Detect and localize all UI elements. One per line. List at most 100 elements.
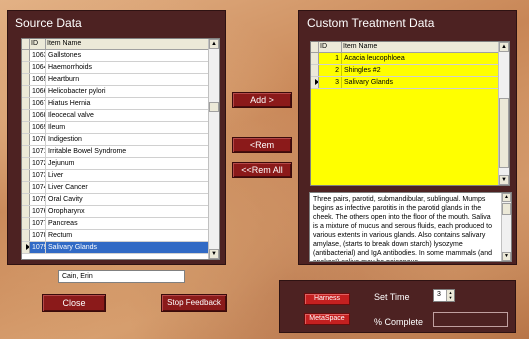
custom-treatment-panel: Custom Treatment Data ID Item Name 1 Acac…	[298, 10, 517, 265]
source-data-grid[interactable]: ID Item Name 1063Gallstones1064Haemorrho…	[21, 38, 220, 260]
table-row[interactable]: 1078Rectum	[22, 230, 219, 242]
cell-item-name: Liver Cancer	[46, 182, 210, 193]
cell-item-name: Oropharynx	[46, 206, 210, 217]
cell-id: 3	[319, 77, 342, 88]
cell-item-name: Shingles #2	[342, 65, 499, 76]
row-selector[interactable]	[22, 158, 30, 169]
cell-id: 1	[319, 53, 342, 64]
scroll-thumb[interactable]	[209, 102, 219, 112]
row-selector[interactable]	[22, 74, 30, 85]
row-selector[interactable]	[22, 170, 30, 181]
row-selector[interactable]	[311, 65, 319, 76]
table-row[interactable]: 1074Liver Cancer	[22, 182, 219, 194]
cell-id: 1072	[30, 158, 46, 169]
source-scrollbar[interactable]: ▲ ▼	[208, 39, 219, 259]
table-row[interactable]: 2 Shingles #2	[311, 65, 509, 77]
cell-item-name: Indigestion	[46, 134, 210, 145]
cell-id: 1078	[30, 230, 46, 241]
row-selector[interactable]	[22, 50, 30, 61]
cell-item-name: Gallstones	[46, 50, 210, 61]
cell-id: 1076	[30, 206, 46, 217]
row-selector[interactable]	[22, 98, 30, 109]
scroll-thumb[interactable]	[502, 203, 511, 215]
row-selector[interactable]	[22, 86, 30, 97]
column-header-id[interactable]: ID	[319, 42, 342, 52]
set-time-value[interactable]: 3	[437, 291, 441, 298]
row-indicator-header	[22, 39, 30, 49]
remove-button[interactable]: <Rem	[232, 137, 292, 153]
row-selector[interactable]	[311, 53, 319, 64]
row-selector[interactable]	[22, 122, 30, 133]
table-row[interactable]: 1071Irritable Bowel Syndrome	[22, 146, 219, 158]
cell-id: 1069	[30, 122, 46, 133]
scroll-down-icon[interactable]: ▼	[209, 249, 219, 259]
spin-down-icon[interactable]: ▼	[446, 295, 454, 301]
custom-treatment-grid[interactable]: ID Item Name 1 Acacia leucophloea 2 Shingle…	[310, 41, 510, 186]
cell-id: 1074	[30, 182, 46, 193]
description-scrollbar[interactable]: ▲ ▼	[501, 193, 511, 261]
table-row[interactable]: 1072Jejunum	[22, 158, 219, 170]
scroll-down-icon[interactable]: ▼	[502, 252, 511, 261]
table-row[interactable]: 1065Heartburn	[22, 74, 219, 86]
cell-id: 1079	[30, 242, 46, 253]
row-selector[interactable]	[22, 194, 30, 205]
column-header-id[interactable]: ID	[30, 39, 46, 49]
table-row[interactable]: 1079Salivary Glands	[22, 242, 219, 254]
row-selector[interactable]	[22, 218, 30, 229]
client-name-field[interactable]: Cain, Erin	[58, 270, 185, 283]
scroll-up-icon[interactable]: ▲	[209, 39, 219, 49]
description-content: Three pairs, parotid, submandibular, sub…	[313, 196, 492, 261]
table-row[interactable]: 1075Oral Cavity	[22, 194, 219, 206]
table-row[interactable]: 1064Haemorrhoids	[22, 62, 219, 74]
table-row[interactable]: 1077Pancreas	[22, 218, 219, 230]
remove-all-button[interactable]: <<Rem All	[232, 162, 292, 178]
cell-item-name: Ileum	[46, 122, 210, 133]
table-row[interactable]: 1067Hiatus Hernia	[22, 98, 219, 110]
scroll-down-icon[interactable]: ▼	[499, 175, 509, 185]
cell-id: 1077	[30, 218, 46, 229]
harness-button[interactable]: Harness	[304, 293, 350, 305]
row-selector[interactable]	[22, 206, 30, 217]
row-selector[interactable]	[22, 110, 30, 121]
source-rows: 1063Gallstones1064Haemorrhoids1065Heartb…	[22, 50, 219, 254]
cell-item-name: Salivary Glands	[46, 242, 210, 253]
stop-feedback-button[interactable]: Stop Feedback	[161, 294, 227, 312]
add-button[interactable]: Add >	[232, 92, 292, 108]
scroll-thumb[interactable]	[499, 98, 509, 168]
table-row[interactable]: 1068Ileocecal valve	[22, 110, 219, 122]
cell-id: 1075	[30, 194, 46, 205]
row-selector[interactable]	[22, 62, 30, 73]
cell-id: 1065	[30, 74, 46, 85]
table-row[interactable]: 1066Helicobacter pylori	[22, 86, 219, 98]
description-text[interactable]: Three pairs, parotid, submandibular, sub…	[309, 192, 512, 262]
cell-item-name: Ileocecal valve	[46, 110, 210, 121]
cell-item-name: Oral Cavity	[46, 194, 210, 205]
row-selector[interactable]	[22, 182, 30, 193]
custom-empty-area	[311, 89, 498, 185]
row-selector[interactable]	[22, 230, 30, 241]
table-row[interactable]: 1063Gallstones	[22, 50, 219, 62]
custom-treatment-title: Custom Treatment Data	[307, 16, 435, 30]
row-selector[interactable]	[311, 77, 319, 88]
table-row[interactable]: 1076Oropharynx	[22, 206, 219, 218]
table-row[interactable]: 1069Ileum	[22, 122, 219, 134]
cell-id: 1073	[30, 170, 46, 181]
session-control-panel: Harness MetaSpace Set Time 3 ▲ ▼ % Compl…	[279, 280, 516, 333]
row-selector[interactable]	[22, 242, 30, 253]
set-time-spinner[interactable]: 3 ▲ ▼	[433, 289, 455, 302]
metaspace-button[interactable]: MetaSpace	[304, 313, 350, 325]
table-row[interactable]: 1073Liver	[22, 170, 219, 182]
column-header-item-name[interactable]: Item Name	[46, 39, 210, 49]
row-indicator-header	[311, 42, 319, 52]
table-row[interactable]: 1070Indigestion	[22, 134, 219, 146]
close-button[interactable]: Close	[42, 294, 106, 312]
column-header-item-name[interactable]: Item Name	[342, 42, 499, 52]
custom-scrollbar[interactable]: ▲ ▼	[498, 42, 509, 185]
scroll-up-icon[interactable]: ▲	[499, 42, 509, 52]
row-selector[interactable]	[22, 146, 30, 157]
table-row[interactable]: 3 Salivary Glands	[311, 77, 509, 89]
source-data-title: Source Data	[15, 16, 82, 30]
scroll-up-icon[interactable]: ▲	[502, 193, 511, 202]
row-selector[interactable]	[22, 134, 30, 145]
table-row[interactable]: 1 Acacia leucophloea	[311, 53, 509, 65]
